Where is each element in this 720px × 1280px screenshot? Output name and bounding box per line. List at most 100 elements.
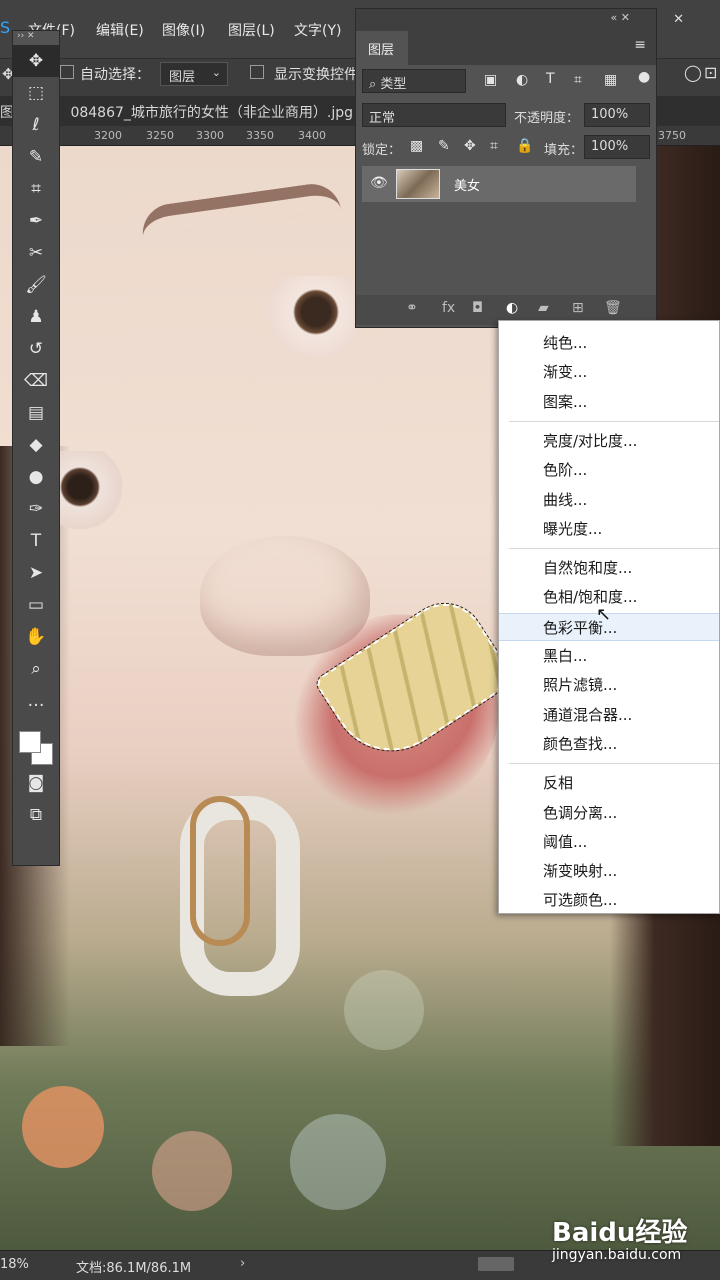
menu-item[interactable]: 曲线... [499, 486, 719, 514]
layer-row[interactable]: 👁 美女 [362, 166, 636, 202]
menu-item[interactable]: 色调分离... [499, 799, 719, 827]
blend-mode-dropdown[interactable]: 正常 [362, 103, 506, 127]
mouse-cursor-icon: ↖ [596, 604, 612, 625]
gradient-tool-icon[interactable]: ▤ [13, 397, 59, 429]
watermark: Baidu经验 jingyan.baidu.com [552, 1212, 687, 1263]
bokeh-light [290, 1114, 386, 1210]
color-swatches[interactable] [13, 717, 59, 767]
lock-paint-icon[interactable]: ✎ [438, 138, 450, 154]
ruler-tick: 3300 [196, 129, 224, 142]
menu-item[interactable]: 可选颜色... [499, 886, 719, 914]
filter-toggle-icon[interactable]: ● [638, 69, 650, 85]
quick-select-tool-icon[interactable]: ✎ [13, 141, 59, 173]
filter-kind-dropdown[interactable]: ⌕ 类型 [362, 69, 466, 93]
collapse-icon[interactable]: « ✕ [611, 11, 630, 24]
menu-item[interactable]: 反相 [499, 769, 719, 797]
auto-select-label: 自动选择： [80, 67, 150, 83]
move-tool-icon[interactable]: ✥ [13, 45, 59, 77]
menu-item[interactable]: 渐变... [499, 358, 719, 386]
menu-item[interactable]: 颜色查找... [499, 730, 719, 758]
trash-icon[interactable]: 🗑 [604, 300, 622, 316]
brush-tool-icon[interactable]: 🖌 [13, 269, 59, 301]
lock-position-icon[interactable]: ✥ [464, 138, 476, 154]
crop-tool-icon[interactable]: ⌗ [13, 173, 59, 205]
rotate-3d-icon[interactable]: ◯ [684, 63, 702, 82]
eye-icon[interactable]: 👁 [370, 175, 388, 191]
menu-item[interactable]: 色阶... [499, 456, 719, 484]
marquee-tool-icon[interactable]: ⬚ [13, 77, 59, 109]
chevron-down-icon: ⌄ [211, 66, 221, 79]
show-transform-checkbox[interactable] [250, 65, 264, 79]
menu-edit[interactable]: 编辑(E) [96, 20, 144, 40]
menu-item[interactable]: 照片滤镜... [499, 671, 719, 699]
zoom-level[interactable]: 18% [0, 1257, 29, 1272]
menu-separator [509, 548, 719, 550]
screen-mode-icon[interactable]: ⧉ [13, 799, 59, 831]
lock-transparent-icon[interactable]: ▩ [410, 138, 423, 154]
bokeh-light [344, 970, 424, 1050]
path-select-tool-icon[interactable]: ➤ [13, 557, 59, 589]
type-tool-icon[interactable]: T [13, 525, 59, 557]
foreground-color[interactable] [19, 731, 41, 753]
more-tools-icon[interactable]: … [13, 685, 59, 717]
menu-item[interactable]: 阈值... [499, 828, 719, 856]
history-brush-tool-icon[interactable]: ↺ [13, 333, 59, 365]
adjustment-filter-icon[interactable]: ◐ [516, 72, 528, 88]
hand-tool-icon[interactable]: ✋ [13, 621, 59, 653]
menu-item[interactable]: 通道混合器... [499, 701, 719, 729]
lasso-tool-icon[interactable]: ℓ [13, 109, 59, 141]
shape-tool-icon[interactable]: ▭ [13, 589, 59, 621]
tab-layers[interactable]: 图层 [356, 31, 408, 65]
blur-tool-icon[interactable]: ◆ [13, 429, 59, 461]
fill-input[interactable]: 100% [584, 135, 650, 159]
blend-mode-value: 正常 [369, 111, 396, 126]
eraser-tool-icon[interactable]: ⌫ [13, 365, 59, 397]
panel-menu-icon[interactable]: ≡ [634, 37, 646, 53]
layers-panel: « ✕ 图层 ≡ ⌕ 类型 ▣ ◐ T ⌗ ▦ ● 正常 不透明度： 100% … [355, 8, 657, 328]
smart-object-filter-icon[interactable]: ▦ [604, 72, 617, 88]
auto-select-dropdown[interactable]: 图层 ⌄ [160, 62, 228, 86]
auto-select-checkbox[interactable] [60, 65, 74, 79]
zoom-tool-icon[interactable]: ⌕ [13, 653, 59, 685]
menu-item[interactable]: 曝光度... [499, 515, 719, 543]
watermark-brand: Baidu经验 [552, 1218, 688, 1248]
menu-item[interactable]: 自然饱和度... [499, 554, 719, 582]
menu-item[interactable]: 图案... [499, 388, 719, 416]
menu-type[interactable]: 文字(Y) [294, 20, 341, 40]
type-filter-icon[interactable]: T [546, 71, 555, 87]
opacity-input[interactable]: 100% [584, 103, 650, 127]
fx-icon[interactable]: fx [442, 300, 455, 316]
menu-layer[interactable]: 图层(L) [228, 20, 275, 40]
image-filter-icon[interactable]: ▣ [484, 72, 497, 88]
menu-item[interactable]: 渐变映射... [499, 857, 719, 885]
lock-artboard-icon[interactable]: ⌗ [490, 138, 498, 154]
healing-tool-icon[interactable]: ✂ [13, 237, 59, 269]
new-layer-icon[interactable]: ⊞ [572, 300, 584, 316]
menu-item[interactable]: 亮度/对比度... [499, 427, 719, 455]
bokeh-light [152, 1131, 232, 1211]
link-icon[interactable]: ⚭ [406, 300, 418, 316]
menu-image[interactable]: 图像(I) [162, 20, 205, 40]
lock-all-icon[interactable]: 🔒 [516, 138, 533, 154]
ruler-tick: 3350 [246, 129, 274, 142]
shape-filter-icon[interactable]: ⌗ [574, 72, 582, 88]
pan-3d-icon[interactable]: ⊡ [704, 63, 717, 82]
earring-gold [190, 796, 250, 946]
pen-tool-icon[interactable]: ✑ [13, 493, 59, 525]
folder-icon[interactable]: ▰ [538, 300, 549, 316]
mask-icon[interactable]: ◘ [472, 300, 483, 316]
menu-item[interactable]: 黑白... [499, 642, 719, 670]
menu-item[interactable]: 纯色... [499, 329, 719, 357]
stamp-tool-icon[interactable]: ♟ [13, 301, 59, 333]
quick-mask-icon[interactable]: ◙ [13, 767, 59, 799]
adjustment-icon[interactable]: ◐ [506, 300, 518, 316]
dodge-tool-icon[interactable]: ● [13, 461, 59, 493]
app-logo: S [0, 18, 11, 37]
horizontal-scrollbar[interactable] [478, 1257, 514, 1271]
search-icon: ⌕ [369, 77, 377, 92]
opacity-label: 不透明度： [514, 111, 580, 126]
menu-separator [509, 763, 719, 765]
eyedropper-tool-icon[interactable]: ✒ [13, 205, 59, 237]
toolbar-handle[interactable]: ›› ✕ [13, 31, 59, 45]
chevron-right-icon[interactable]: › [240, 1256, 245, 1271]
